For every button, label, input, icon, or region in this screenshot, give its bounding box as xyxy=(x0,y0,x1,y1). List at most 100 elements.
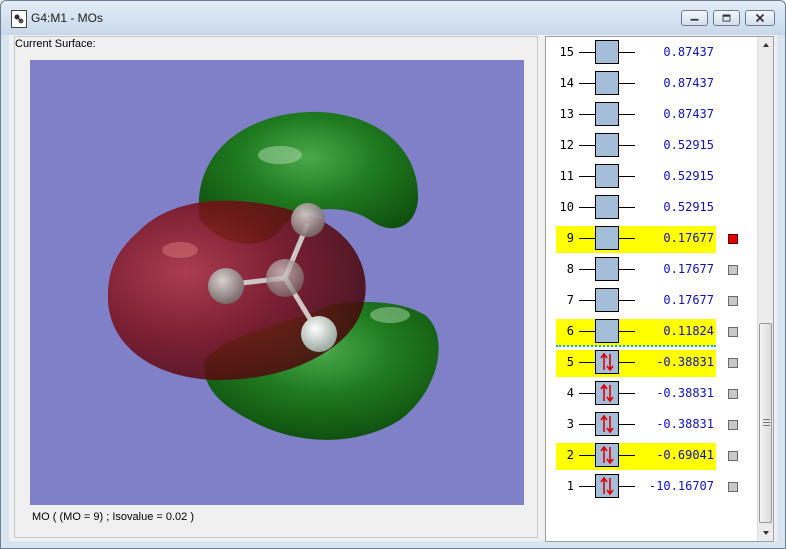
mo-level-box[interactable] xyxy=(595,288,619,312)
minimize-icon xyxy=(690,18,699,21)
mo-level-box[interactable] xyxy=(595,412,619,436)
mo-select-checkbox[interactable] xyxy=(728,420,738,430)
mo-level-line xyxy=(579,424,595,425)
mo-row[interactable]: 12 0.52915 xyxy=(546,130,756,161)
mo-row[interactable]: 10 0.52915 xyxy=(546,192,756,223)
mo-level-line xyxy=(579,52,595,53)
mo-energy: 0.17677 xyxy=(663,293,714,307)
mo-level-box[interactable] xyxy=(595,40,619,64)
mo-level-line xyxy=(579,114,595,115)
mo-energy: -0.38831 xyxy=(656,355,714,369)
mo-number: 14 xyxy=(559,76,574,90)
minimize-button[interactable] xyxy=(681,10,708,26)
close-button[interactable] xyxy=(745,10,775,26)
mo-number: 12 xyxy=(559,138,574,152)
mo-level-box[interactable] xyxy=(595,102,619,126)
mo-level-line xyxy=(579,455,595,456)
mo-row[interactable]: 8 0.17677 xyxy=(546,254,756,285)
gaussview-document-icon[interactable] xyxy=(11,10,27,28)
mo-number: 2 xyxy=(566,448,574,462)
mo-row[interactable]: 11 0.52915 xyxy=(546,161,756,192)
mo-energy: 0.17677 xyxy=(663,262,714,276)
mo-level-line xyxy=(619,269,635,270)
mo-select-checkbox[interactable] xyxy=(728,296,738,306)
mo-row[interactable]: 7 0.17677 xyxy=(546,285,756,316)
molecule-viewport[interactable] xyxy=(30,60,524,505)
mo-number: 15 xyxy=(559,45,574,59)
window-title: G4:M1 - MOs xyxy=(31,11,104,25)
mo-level-box[interactable] xyxy=(595,71,619,95)
mo-number: 13 xyxy=(559,107,574,121)
mo-energy: 0.52915 xyxy=(663,169,714,183)
mo-number: 8 xyxy=(566,262,574,276)
mo-row[interactable]: 4 -0.38831 xyxy=(546,378,756,409)
mo-select-checkbox[interactable] xyxy=(728,482,738,492)
thumb-grip xyxy=(763,419,770,420)
chevron-down-icon xyxy=(763,531,769,535)
title-bar[interactable]: G4:M1 - MOs xyxy=(1,1,785,35)
mo-level-line xyxy=(619,238,635,239)
mo-level-box[interactable] xyxy=(595,195,619,219)
mo-select-checkbox[interactable] xyxy=(728,358,738,368)
scroll-up-button[interactable] xyxy=(758,37,773,53)
maximize-button[interactable] xyxy=(713,10,740,26)
close-icon xyxy=(755,13,765,23)
mo-number: 4 xyxy=(566,386,574,400)
mo-energy: 0.17677 xyxy=(663,231,714,245)
mo-level-line xyxy=(579,83,595,84)
spin-pair-icon xyxy=(600,352,614,372)
mo-row[interactable]: 5 -0.38831 xyxy=(546,347,756,378)
mo-row[interactable]: 1 -10.16707 xyxy=(546,471,756,502)
mo-energy: -0.38831 xyxy=(656,417,714,431)
mo-level-box[interactable] xyxy=(595,474,619,498)
mo-level-line xyxy=(619,331,635,332)
mo-level-box[interactable] xyxy=(595,257,619,281)
spin-pair-icon xyxy=(600,383,614,403)
scroll-thumb[interactable] xyxy=(759,323,772,523)
mo-row[interactable]: 2 -0.69041 xyxy=(546,440,756,471)
mo-level-line xyxy=(619,207,635,208)
mo-level-box[interactable] xyxy=(595,226,619,250)
mo-level-line xyxy=(579,300,595,301)
mo-energy-list[interactable]: 15 0.87437 14 0.87437 13 0.87437 12 0.52915 11 0.… xyxy=(545,36,774,542)
mo-level-line xyxy=(579,176,595,177)
mo-energy: -0.38831 xyxy=(656,386,714,400)
mo-level-box[interactable] xyxy=(595,164,619,188)
mo-level-line xyxy=(619,114,635,115)
mo-surface-render xyxy=(107,111,439,440)
mo-select-checkbox[interactable] xyxy=(728,234,738,244)
mo-row[interactable]: 14 0.87437 xyxy=(546,68,756,99)
mo-level-line xyxy=(619,145,635,146)
mo-level-box[interactable] xyxy=(595,381,619,405)
mo-number: 3 xyxy=(566,417,574,431)
mo-energy: -10.16707 xyxy=(648,479,714,493)
mo-row[interactable]: 15 0.87437 xyxy=(546,37,756,68)
maximize-icon xyxy=(722,14,731,22)
mo-level-line xyxy=(619,52,635,53)
mo-number: 5 xyxy=(566,355,574,369)
mo-row[interactable]: 3 -0.38831 xyxy=(546,409,756,440)
mo-level-line xyxy=(619,424,635,425)
mo-level-box[interactable] xyxy=(595,319,619,343)
mo-level-line xyxy=(579,362,595,363)
mo-select-checkbox[interactable] xyxy=(728,327,738,337)
mo-select-checkbox[interactable] xyxy=(728,451,738,461)
mo-number: 10 xyxy=(559,200,574,214)
mo-row[interactable]: 6 0.11824 xyxy=(546,316,756,347)
mo-level-line xyxy=(619,362,635,363)
mo-energy: 0.87437 xyxy=(663,45,714,59)
mo-energy: 0.87437 xyxy=(663,107,714,121)
mo-level-line xyxy=(619,455,635,456)
mo-level-box[interactable] xyxy=(595,350,619,374)
scroll-down-button[interactable] xyxy=(758,525,773,541)
mo-select-checkbox[interactable] xyxy=(728,265,738,275)
mo-row[interactable]: 9 0.17677 xyxy=(546,223,756,254)
mo-level-box[interactable] xyxy=(595,133,619,157)
mo-row[interactable]: 13 0.87437 xyxy=(546,99,756,130)
mo-number: 1 xyxy=(566,479,574,493)
mo-number: 7 xyxy=(566,293,574,307)
mo-select-checkbox[interactable] xyxy=(728,389,738,399)
mo-level-box[interactable] xyxy=(595,443,619,467)
chevron-up-icon xyxy=(763,43,769,47)
mo-list-scrollbar[interactable] xyxy=(757,37,773,541)
